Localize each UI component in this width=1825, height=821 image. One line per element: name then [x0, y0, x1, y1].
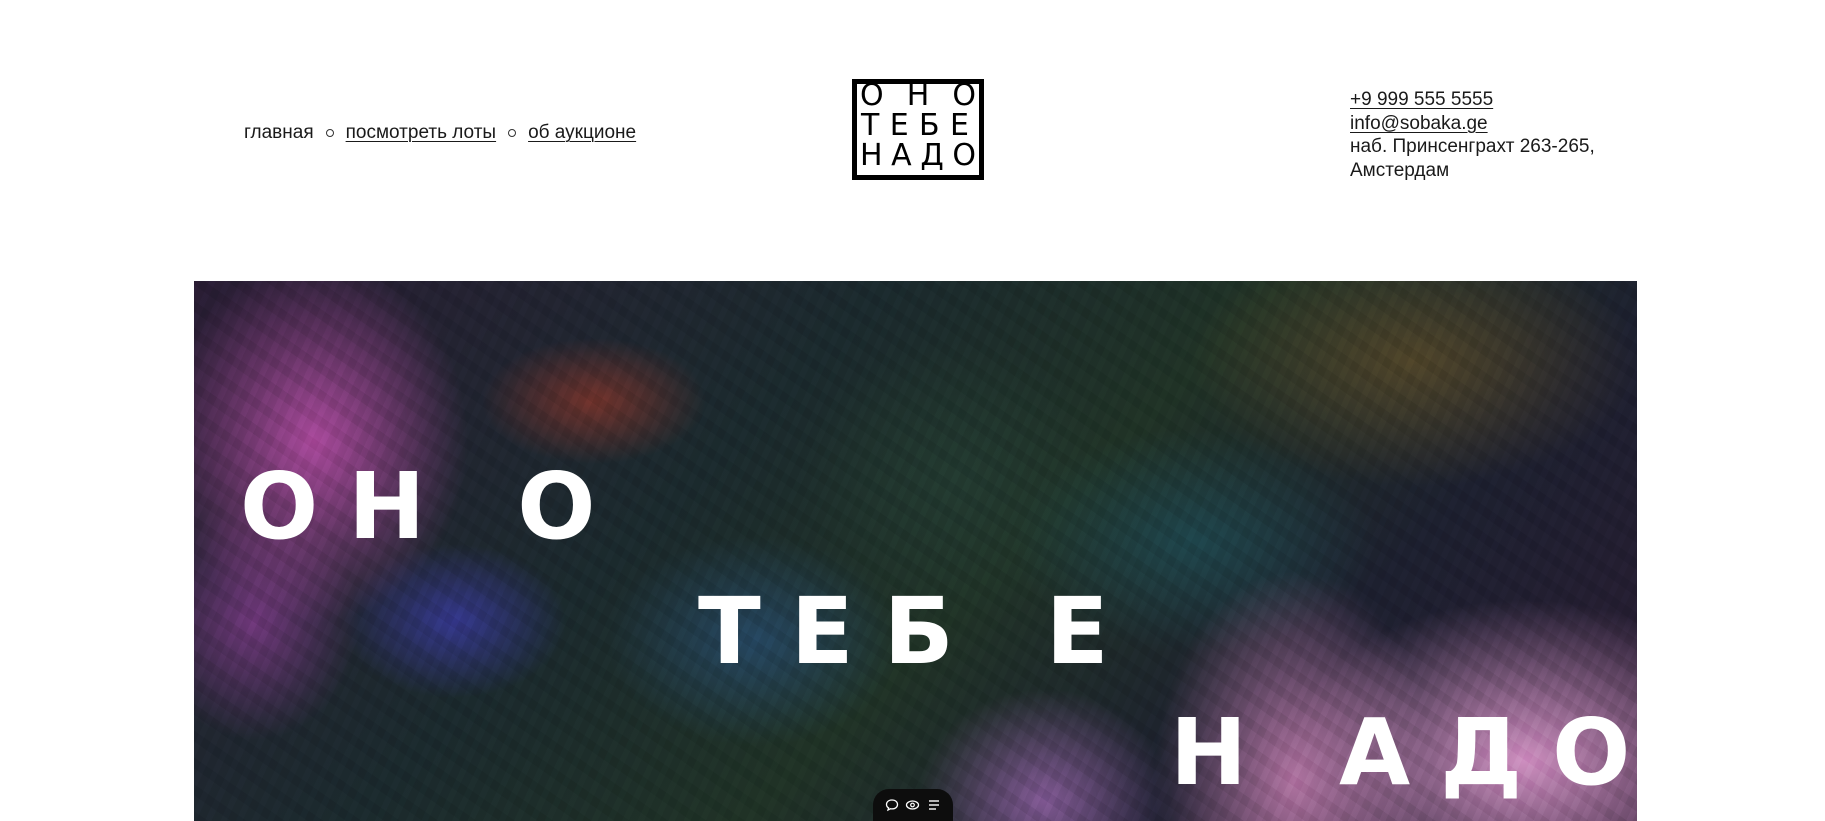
- phone-link[interactable]: +9 999 555 5555: [1350, 88, 1610, 112]
- floating-toolbar: [873, 789, 953, 821]
- comment-icon[interactable]: [884, 797, 900, 813]
- nav-lots-link[interactable]: посмотреть лоты: [346, 121, 496, 145]
- logo-letter: Б: [919, 108, 940, 143]
- logo-letter: О: [860, 79, 884, 113]
- logo-row-1: О Н О: [857, 79, 979, 113]
- hero-line-2: ТЕБ Е: [698, 578, 1139, 685]
- logo-row-3: Н А Д О: [857, 141, 979, 171]
- site-logo[interactable]: О Н О Т Е Б Е Н А Д О: [852, 79, 984, 180]
- logo-letter: О: [952, 79, 976, 113]
- logo-letter: А: [891, 138, 912, 173]
- logo-letter: Н: [860, 138, 883, 173]
- logo-letter: Т: [861, 108, 880, 143]
- email-link[interactable]: info@sobaka.ge: [1350, 112, 1610, 136]
- logo-letter: О: [952, 138, 976, 173]
- nav-separator: [325, 129, 334, 137]
- logo-row-2: Т Е Б Е: [857, 111, 979, 141]
- logo-letter: Д: [920, 138, 944, 173]
- hero-banner: ОН О ТЕБ Е Н АДО: [194, 281, 1637, 821]
- logo-letter: Е: [950, 108, 969, 143]
- main-nav: главная посмотреть лоты об аукционе: [244, 121, 636, 145]
- nav-about-link[interactable]: об аукционе: [528, 121, 636, 145]
- hero-line-1: ОН О: [240, 453, 626, 560]
- contacts-block: +9 999 555 5555 info@sobaka.ge наб. Прин…: [1350, 88, 1610, 182]
- hero-line-3: Н АДО: [1170, 699, 1637, 806]
- page: главная посмотреть лоты об аукционе О Н …: [0, 0, 1825, 821]
- eye-icon[interactable]: [905, 797, 921, 813]
- nav-separator: [508, 129, 517, 137]
- address-text: наб. Принсенграхт 263-265, Амстердам: [1350, 136, 1595, 181]
- logo-letter: Н: [906, 79, 930, 113]
- logo-letter: Е: [889, 108, 909, 143]
- menu-icon[interactable]: [926, 797, 942, 813]
- nav-home-link[interactable]: главная: [244, 121, 314, 145]
